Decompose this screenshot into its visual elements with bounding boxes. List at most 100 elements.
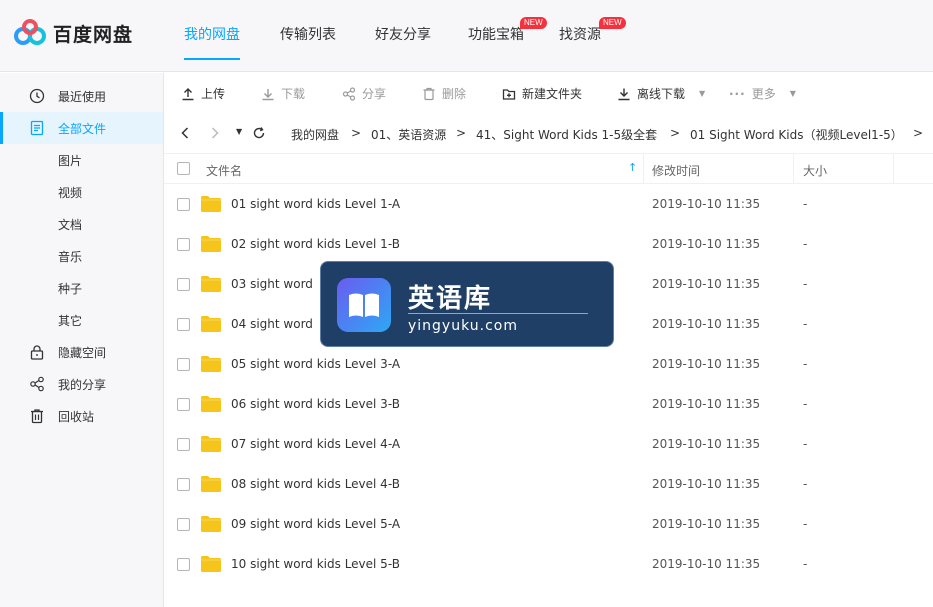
row-checkbox[interactable] [177,358,190,371]
sidebar-item-all-files[interactable]: 全部文件 [0,112,163,144]
file-size: - [803,237,808,251]
offline-download-button[interactable]: 离线下载 ▼ [617,85,705,102]
table-row[interactable]: 09 sight word kids Level 5-A 2019-10-10 … [164,504,933,544]
sidebar-item-my-shares[interactable]: 我的分享 [0,368,163,400]
sidebar-item-label: 图片 [58,153,83,168]
sidebar-item-others[interactable]: 其它 [0,304,163,336]
table-row[interactable]: 10 sight word kids Level 5-B 2019-10-10 … [164,544,933,584]
sidebar-item-recycle-bin[interactable]: 回收站 [0,400,163,432]
watermark-overlay: 英语库 yingyuku.com [320,261,614,347]
share-label: 分享 [362,87,387,101]
clock-icon [29,88,45,104]
breadcrumb-item[interactable]: 01、英语资源 [371,126,446,143]
breadcrumb: ▼ 我的网盘 > 01、英语资源 > 41、Sight Word Kids 1-… [164,113,933,153]
share-button[interactable]: 分享 [342,85,386,102]
table-row[interactable]: 05 sight word kids Level 3-A 2019-10-10 … [164,344,933,384]
file-size: - [803,357,808,371]
row-checkbox[interactable] [177,238,190,251]
file-name[interactable]: 07 sight word kids Level 4-A [231,437,400,451]
file-size: - [803,557,808,571]
table-row[interactable]: 01 sight word kids Level 1-A 2019-10-10 … [164,184,933,224]
table-row[interactable]: 02 sight word kids Level 1-B 2019-10-10 … [164,224,933,264]
breadcrumb-separator: > [913,126,924,140]
folder-icon [201,476,221,492]
file-name[interactable]: 08 sight word kids Level 4-B [231,477,400,491]
sort-ascending-icon[interactable]: ↑ [628,161,637,174]
more-dots-icon: ··· [729,86,746,101]
back-arrow-icon[interactable] [180,127,190,139]
column-header-size[interactable]: 大小 [803,162,827,179]
breadcrumb-item[interactable]: 01 Sight Word Kids（视频Level1-5） [690,126,903,143]
row-checkbox[interactable] [177,478,190,491]
more-button[interactable]: ··· 更多 ▼ [729,85,796,102]
share-icon [30,376,44,392]
table-row[interactable]: 06 sight word kids Level 3-B 2019-10-10 … [164,384,933,424]
file-name[interactable]: 06 sight word kids Level 3-B [231,397,400,411]
app-logo[interactable]: 百度网盘 [13,18,133,48]
file-name[interactable]: 03 sight word [231,277,313,291]
refresh-icon[interactable] [252,126,266,140]
download-button[interactable]: 下载 [261,85,305,102]
sidebar-item-label: 文档 [58,217,83,232]
table-row[interactable]: 07 sight word kids Level 4-A 2019-10-10 … [164,424,933,464]
select-all-checkbox[interactable] [177,162,190,175]
file-name[interactable]: 10 sight word kids Level 5-B [231,557,400,571]
sidebar-item-label: 回收站 [58,409,95,424]
row-checkbox[interactable] [177,438,190,451]
history-dropdown-icon[interactable]: ▼ [236,127,242,136]
tab-transfer-list[interactable]: 传输列表 [280,24,336,44]
modified-time: 2019-10-10 11:35 [652,437,761,451]
file-name[interactable]: 05 sight word kids Level 3-A [231,357,400,371]
row-checkbox[interactable] [177,318,190,331]
tab-find-resources-label: 找资源 [559,27,601,43]
sidebar-item-music[interactable]: 音乐 [0,240,163,272]
sidebar-item-label: 其它 [58,313,83,328]
row-checkbox[interactable] [177,398,190,411]
row-checkbox[interactable] [177,558,190,571]
tab-toolbox[interactable]: 功能宝箱 NEW [468,17,547,44]
sidebar-item-images[interactable]: 图片 [0,144,163,176]
row-checkbox[interactable] [177,278,190,291]
file-size: - [803,517,808,531]
row-checkbox[interactable] [177,518,190,531]
file-name[interactable]: 04 sight word [231,317,313,331]
sidebar-item-recent[interactable]: 最近使用 [0,80,163,112]
sidebar-item-documents[interactable]: 文档 [0,208,163,240]
watermark-url: yingyuku.com [408,318,518,334]
sidebar-item-hidden-space[interactable]: 隐藏空间 [0,336,163,368]
modified-time: 2019-10-10 11:35 [652,517,761,531]
delete-button[interactable]: 删除 [422,85,466,102]
watermark-divider [408,313,588,314]
table-row[interactable]: 08 sight word kids Level 4-B 2019-10-10 … [164,464,933,504]
new-folder-button[interactable]: 新建文件夹 [502,85,582,102]
column-header-name[interactable]: 文件名 [206,162,242,179]
folder-icon [201,236,221,252]
download-label: 下载 [281,87,306,101]
share-icon [342,86,356,101]
download-icon [262,88,274,100]
column-header-modified[interactable]: 修改时间 [652,162,700,179]
lock-icon [30,345,44,360]
forward-arrow-icon[interactable] [210,127,220,139]
modified-time: 2019-10-10 11:35 [652,237,761,251]
sidebar-item-label: 视频 [58,185,83,200]
folder-icon [201,436,221,452]
folder-icon [201,396,221,412]
watermark-title: 英语库 [408,284,493,314]
row-checkbox[interactable] [177,198,190,211]
tab-my-netdisk[interactable]: 我的网盘 [184,24,240,60]
upload-button[interactable]: 上传 [181,85,225,102]
folder-icon [201,196,221,212]
file-table-header: 文件名 ↑ 修改时间 大小 [164,153,933,184]
file-name[interactable]: 01 sight word kids Level 1-A [231,197,400,211]
breadcrumb-item[interactable]: 41、Sight Word Kids 1-5级全套 [476,126,657,143]
tab-friend-share[interactable]: 好友分享 [375,24,431,44]
tab-find-resources[interactable]: 找资源 NEW [559,17,626,44]
file-name[interactable]: 02 sight word kids Level 1-B [231,237,400,251]
sidebar-item-videos[interactable]: 视频 [0,176,163,208]
sidebar-item-torrents[interactable]: 种子 [0,272,163,304]
breadcrumb-item[interactable]: 我的网盘 [291,126,339,143]
file-size: - [803,277,808,291]
tab-toolbox-label: 功能宝箱 [468,27,524,43]
file-name[interactable]: 09 sight word kids Level 5-A [231,517,400,531]
